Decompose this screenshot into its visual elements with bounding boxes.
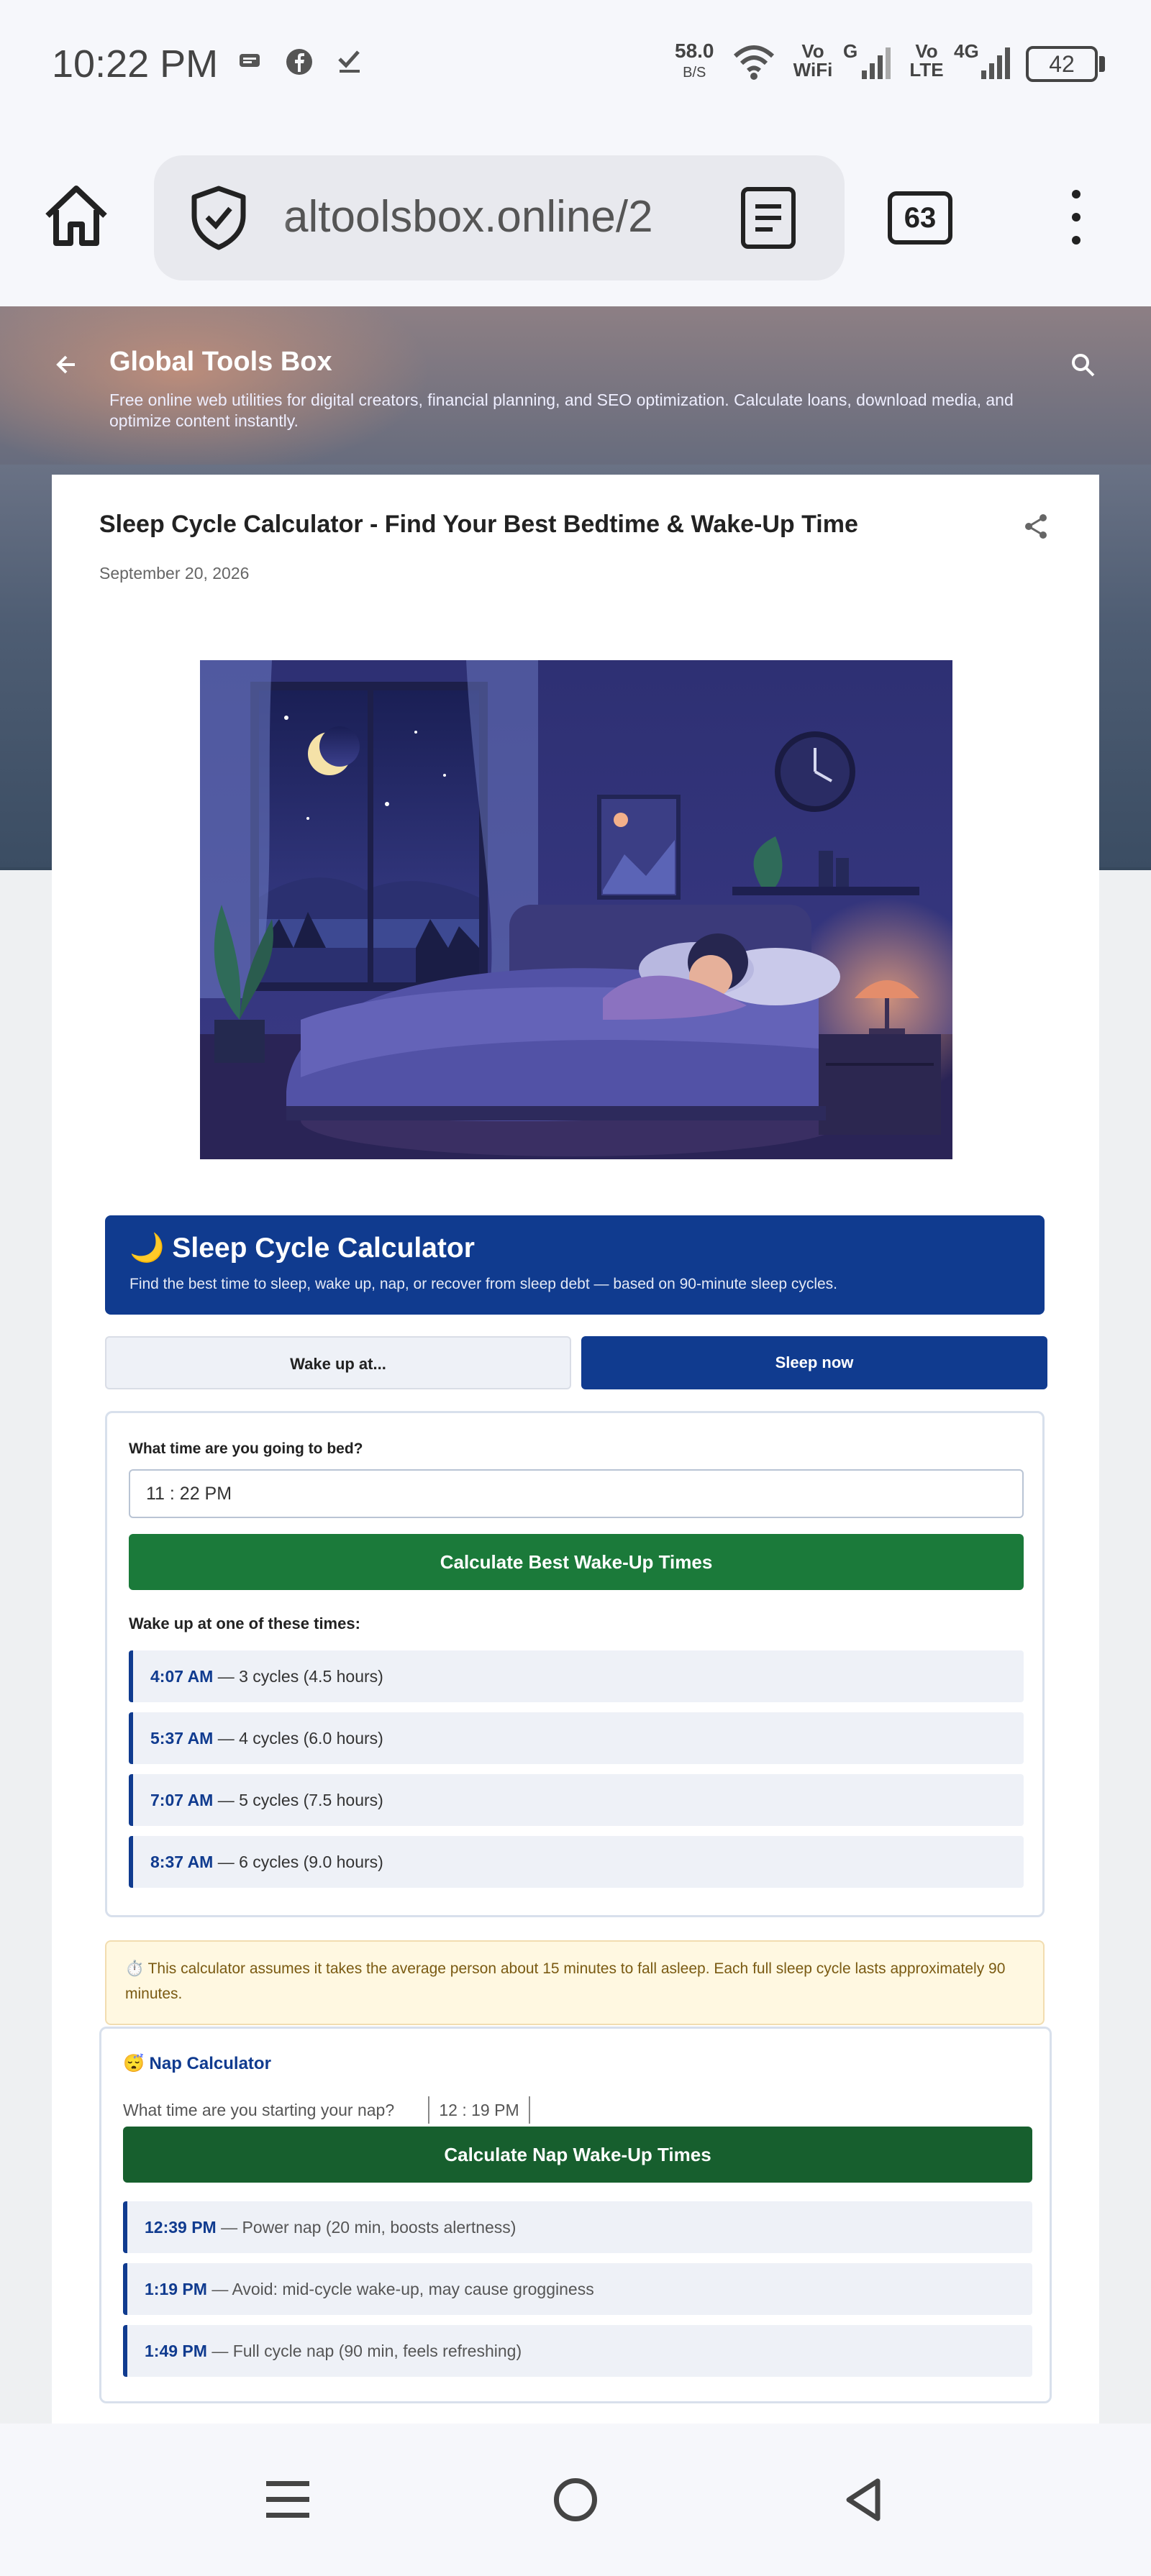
nap-question: What time are you starting your nap? <box>123 2101 395 2119</box>
bedtime-panel: What time are you going to bed? 11 : 22 … <box>105 1411 1045 1917</box>
bedroom-illustration <box>200 660 988 1159</box>
calculate-wake-up-button[interactable]: Calculate Best Wake-Up Times <box>129 1534 1024 1590</box>
wifi-icon <box>732 43 775 86</box>
wake-result-time: 7:07 AM <box>150 1791 214 1809</box>
share-icon[interactable] <box>1022 512 1050 541</box>
wake-result-row: 4:07 AM — 3 cycles (4.5 hours) <box>129 1650 1024 1702</box>
reader-mode-icon[interactable] <box>741 187 796 249</box>
network-speed: 58.0 B/S <box>675 40 714 81</box>
signal-type-g: G <box>843 40 858 62</box>
nap-result-time: 1:19 PM <box>145 2280 207 2298</box>
nap-time-input[interactable]: 12 : 19 PM <box>428 2096 530 2124</box>
wake-result-row: 8:37 AM — 6 cycles (9.0 hours) <box>129 1836 1024 1888</box>
search-icon[interactable] <box>1069 351 1098 380</box>
wake-result-time: 8:37 AM <box>150 1853 214 1871</box>
calculator-header: 🌙 Sleep Cycle Calculator Find the best t… <box>105 1215 1045 1315</box>
wake-result-detail: — 5 cycles (7.5 hours) <box>213 1791 383 1809</box>
wake-result-row: 7:07 AM — 5 cycles (7.5 hours) <box>129 1774 1024 1826</box>
nap-result-detail: — Power nap (20 min, boosts alertness) <box>216 2218 517 2237</box>
nap-calculator-panel: 😴 Nap Calculator What time are you start… <box>99 2027 1052 2403</box>
wake-result-detail: — 3 cycles (4.5 hours) <box>213 1667 383 1686</box>
nap-result-row: 1:49 PM — Full cycle nap (90 min, feels … <box>123 2325 1032 2377</box>
post-title: Sleep Cycle Calculator - Find Your Best … <box>99 511 858 538</box>
home-circle-icon[interactable] <box>554 2478 597 2521</box>
post-date: September 20, 2026 <box>99 564 250 583</box>
shield-check-icon[interactable] <box>186 184 252 250</box>
more-options-icon[interactable] <box>1062 190 1091 247</box>
signal-type-4g: 4G <box>954 40 979 62</box>
calculator-subtitle: Find the best time to sleep, wake up, na… <box>129 1276 838 1292</box>
nap-result-detail: — Full cycle nap (90 min, feels refreshi… <box>206 2342 522 2360</box>
results-heading: Wake up at one of these times: <box>129 1614 360 1632</box>
task-done-icon <box>335 47 364 83</box>
blog-description: Free online web utilities for digital cr… <box>109 390 1014 430</box>
back-arrow-icon[interactable] <box>53 350 79 385</box>
nap-result-row: 12:39 PM — Power nap (20 min, boosts ale… <box>123 2201 1032 2253</box>
signal-icon <box>860 46 892 84</box>
message-icon <box>237 47 262 80</box>
url-fade-right <box>672 184 715 249</box>
home-icon[interactable] <box>40 180 112 252</box>
assumption-note: ⏱️ This calculator assumes it takes the … <box>105 1940 1045 2025</box>
nap-calculator-title: 😴 Nap Calculator <box>123 2054 271 2073</box>
status-bar: 10:22 PM 58.0 B/S Vo WiFi G Vo LTE 4G 42 <box>0 0 1151 129</box>
recent-apps-icon[interactable] <box>266 2478 309 2521</box>
battery-nub <box>1099 56 1105 72</box>
nap-result-time: 1:49 PM <box>145 2342 207 2360</box>
signal-icon-2 <box>980 46 1011 84</box>
system-navigation-bar <box>0 2424 1151 2576</box>
tab-wake-up-at[interactable]: Wake up at... <box>105 1336 571 1389</box>
post-card: Sleep Cycle Calculator - Find Your Best … <box>52 475 1099 2424</box>
back-triangle-icon[interactable] <box>842 2477 885 2523</box>
wake-result-time: 4:07 AM <box>150 1667 214 1686</box>
battery-indicator: 42 <box>1026 46 1098 82</box>
wake-result-row: 5:37 AM — 4 cycles (6.0 hours) <box>129 1712 1024 1764</box>
nap-result-detail: — Avoid: mid-cycle wake-up, may cause gr… <box>206 2280 594 2298</box>
vowifi-label: Vo WiFi <box>793 40 833 81</box>
nap-result-row: 1:19 PM — Avoid: mid-cycle wake-up, may … <box>123 2263 1032 2315</box>
wake-result-detail: — 6 cycles (9.0 hours) <box>213 1853 383 1871</box>
address-bar[interactable]: altoolsbox.online/2 <box>154 155 845 280</box>
bedtime-input[interactable]: 11 : 22 PM <box>129 1469 1024 1518</box>
bedtime-question: What time are you going to bed? <box>129 1440 363 1457</box>
calculator-title: 🌙 Sleep Cycle Calculator <box>129 1233 475 1264</box>
volte-label: Vo LTE <box>909 40 944 81</box>
nap-result-time: 12:39 PM <box>145 2218 217 2237</box>
url-fade-left <box>262 184 291 249</box>
browser-toolbar: altoolsbox.online/2 63 <box>0 129 1151 306</box>
wake-result-time: 5:37 AM <box>150 1729 214 1748</box>
url-text[interactable]: altoolsbox.online/2 <box>283 191 708 242</box>
wake-result-detail: — 4 cycles (6.0 hours) <box>213 1729 383 1748</box>
calculate-nap-button[interactable]: Calculate Nap Wake-Up Times <box>123 2127 1032 2183</box>
tab-count-button[interactable]: 63 <box>888 191 952 245</box>
status-time: 10:22 PM <box>52 42 219 86</box>
blog-title[interactable]: Global Tools Box <box>109 347 332 378</box>
facebook-icon <box>285 47 314 83</box>
tab-sleep-now[interactable]: Sleep now <box>581 1336 1047 1389</box>
